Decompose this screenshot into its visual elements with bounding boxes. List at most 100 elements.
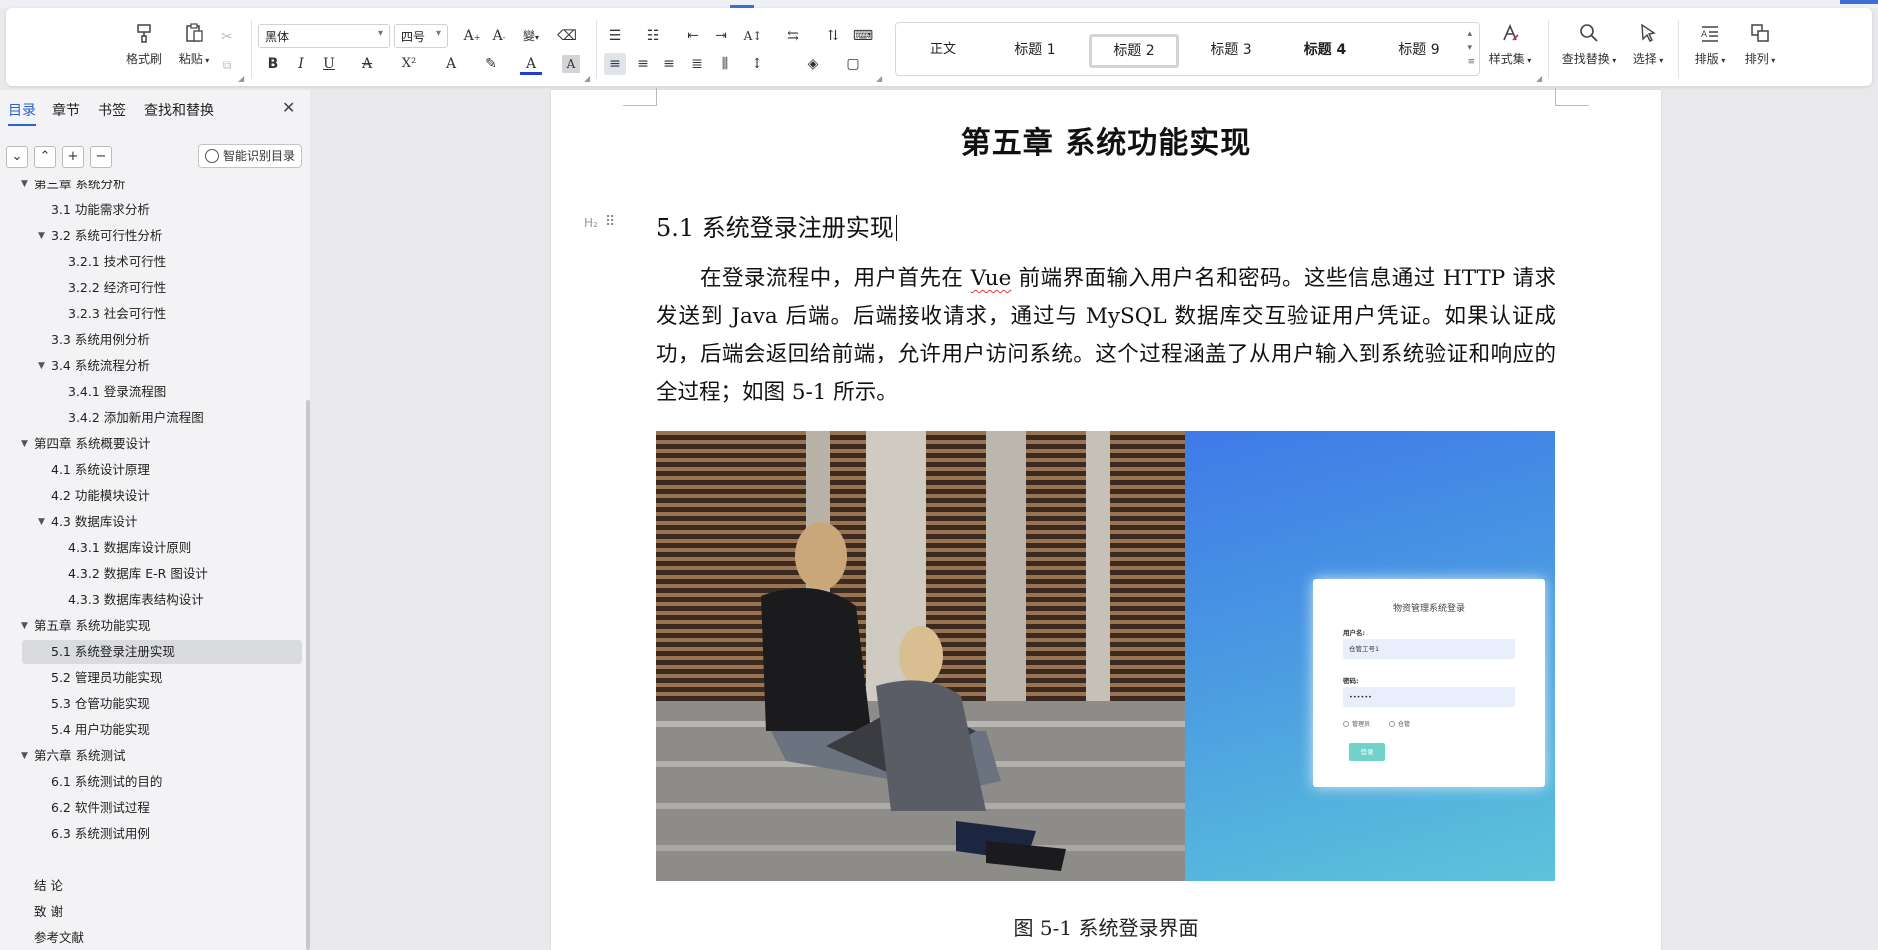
toc-item[interactable]: 4.3.1 数据库设计原则 bbox=[22, 536, 302, 560]
styles-scroll-icon[interactable]: ▴ ▾ ≡ bbox=[1467, 27, 1475, 69]
toc-item[interactable]: 4.1 系统设计原理 bbox=[22, 458, 302, 482]
align-center-icon[interactable]: ≡ bbox=[632, 53, 654, 75]
tab-find-replace[interactable]: 查找和替换 bbox=[144, 100, 214, 120]
arrange-button[interactable]: 排列 ▾ bbox=[1736, 22, 1784, 67]
underline-button[interactable]: U bbox=[318, 53, 340, 75]
style-heading-9[interactable]: 标题 9 bbox=[1380, 37, 1458, 63]
style-heading-4[interactable]: 标题 4 bbox=[1286, 37, 1364, 63]
align-left-icon[interactable]: ≡ bbox=[604, 53, 626, 75]
toc-item[interactable]: 6.3 系统测试用例 bbox=[22, 822, 302, 846]
expand-triangle-icon[interactable]: ▼ bbox=[21, 432, 28, 456]
expand-triangle-icon[interactable]: ▼ bbox=[21, 614, 28, 638]
line-break-icon[interactable]: ⇆ bbox=[782, 25, 804, 47]
chapter-title[interactable]: 第五章 系统功能实现 bbox=[551, 118, 1661, 162]
layout-button[interactable]: A 排版 ▾ bbox=[1686, 22, 1734, 67]
toc-item[interactable]: ▼ 第三章 系统分析 bbox=[21, 180, 302, 196]
body-paragraph[interactable]: 在登录流程中，用户首先在 Vue 前端界面输入用户名和密码。这些信息通过 HTT… bbox=[656, 260, 1556, 412]
grow-font-icon[interactable]: A+ bbox=[461, 25, 483, 47]
toc-item[interactable]: ▼ 第六章 系统测试 bbox=[21, 744, 302, 768]
line-spacing-icon[interactable]: ↕ bbox=[746, 53, 768, 75]
toc-item[interactable]: 参考文献 bbox=[22, 926, 302, 950]
justify-icon[interactable]: ≣ bbox=[686, 53, 708, 75]
expand-triangle-icon[interactable]: ▼ bbox=[38, 354, 45, 378]
figure-login-screenshot[interactable]: 物资管理系统登录 用户名: 仓管工号1 密码: •••••• 管理员 仓管 登录 bbox=[656, 431, 1555, 881]
phonetic-guide-icon[interactable]: 變▾ bbox=[520, 25, 542, 47]
styles-expand-icon[interactable]: ◢ bbox=[1536, 74, 1542, 83]
tab-bookmarks[interactable]: 书签 bbox=[98, 100, 126, 120]
toc-item[interactable]: 4.2 功能模块设计 bbox=[22, 484, 302, 508]
toc-item[interactable]: 6.2 软件测试过程 bbox=[22, 796, 302, 820]
copy-icon[interactable]: ⧉ bbox=[216, 54, 238, 76]
find-replace-button[interactable]: 查找替换 ▾ bbox=[1556, 22, 1622, 67]
font-color-button[interactable]: A bbox=[520, 53, 542, 75]
toc-item[interactable]: 3.2.1 技术可行性 bbox=[22, 250, 302, 274]
paragraph-expand-icon[interactable]: ◢ bbox=[876, 74, 882, 83]
toc-item[interactable]: 3.2.3 社会可行性 bbox=[22, 302, 302, 326]
show-marks-icon[interactable]: ⌨ bbox=[852, 25, 874, 47]
toc-item[interactable]: 5.4 用户功能实现 bbox=[22, 718, 302, 742]
font-size-select[interactable]: 四号 ▾ bbox=[394, 24, 448, 48]
expand-triangle-icon[interactable]: ▼ bbox=[21, 744, 28, 768]
numbered-list-icon[interactable]: ☷ bbox=[642, 25, 664, 47]
close-icon[interactable]: ✕ bbox=[282, 98, 295, 117]
expand-triangle-icon[interactable]: ▼ bbox=[38, 224, 45, 248]
clipboard-expand-icon[interactable]: ◢ bbox=[238, 74, 244, 83]
distribute-icon[interactable]: ⫼ bbox=[714, 53, 736, 75]
font-expand-icon[interactable]: ◢ bbox=[584, 74, 590, 83]
toc-item[interactable]: 3.1 功能需求分析 bbox=[22, 198, 302, 222]
italic-button[interactable]: I bbox=[290, 53, 312, 75]
smart-toc-button[interactable]: 智能识别目录 bbox=[198, 144, 302, 168]
bullet-list-icon[interactable]: ☰ bbox=[604, 25, 626, 47]
toc-item[interactable]: 结 论 bbox=[22, 874, 302, 898]
toc-item[interactable]: 5.2 管理员功能实现 bbox=[22, 666, 302, 690]
document-page[interactable]: 第五章 系统功能实现 H₂ ⠿ 5.1 系统登录注册实现 在登录流程中，用户首先… bbox=[551, 88, 1661, 950]
toc-item[interactable]: 4.3.2 数据库 E-R 图设计 bbox=[22, 562, 302, 586]
char-shading-button[interactable]: A bbox=[562, 55, 580, 73]
spellcheck-word[interactable]: Vue bbox=[971, 266, 1012, 291]
shrink-font-icon[interactable]: A- bbox=[488, 25, 510, 47]
strikethrough-button[interactable]: A bbox=[356, 53, 378, 75]
superscript-button[interactable]: X² bbox=[398, 53, 420, 75]
highlight-icon[interactable]: ✎ bbox=[480, 53, 502, 75]
paste-button[interactable]: 粘贴 ▾ bbox=[170, 22, 218, 67]
sort-icon[interactable]: ⇅ bbox=[822, 25, 844, 47]
shading-icon[interactable]: ◈ bbox=[802, 53, 824, 75]
expand-up-icon[interactable]: ⌃ bbox=[34, 146, 56, 168]
toc-item[interactable]: 4.3.3 数据库表结构设计 bbox=[22, 588, 302, 612]
style-heading-2[interactable]: 标题 2 bbox=[1089, 34, 1179, 68]
tab-sections[interactable]: 章节 bbox=[52, 100, 80, 120]
figure-caption[interactable]: 图 5-1 系统登录界面 bbox=[551, 912, 1661, 941]
toc-item[interactable]: ▼ 3.4 系统流程分析 bbox=[22, 354, 302, 378]
toc-item[interactable]: 3.4.2 添加新用户流程图 bbox=[22, 406, 302, 430]
toc-item[interactable]: 5.1 系统登录注册实现 bbox=[22, 640, 302, 664]
style-set-button[interactable]: 样式集 ▾ bbox=[1486, 22, 1534, 67]
align-right-icon[interactable]: ≡ bbox=[658, 53, 680, 75]
select-button[interactable]: 选择 ▾ bbox=[1624, 22, 1672, 67]
toc-item[interactable]: 6.1 系统测试的目的 bbox=[22, 770, 302, 794]
bold-button[interactable]: B bbox=[262, 53, 284, 75]
style-normal[interactable]: 正文 bbox=[908, 37, 978, 63]
style-heading-3[interactable]: 标题 3 bbox=[1192, 37, 1270, 63]
expand-triangle-icon[interactable]: ▼ bbox=[21, 180, 28, 196]
add-heading-icon[interactable]: + bbox=[62, 146, 84, 168]
toc-item[interactable]: 3.2.2 经济可行性 bbox=[22, 276, 302, 300]
clear-format-icon[interactable]: ⌫ bbox=[556, 25, 578, 47]
toc-item[interactable]: 5.3 仓管功能实现 bbox=[22, 692, 302, 716]
toc-item[interactable]: ▼ 4.3 数据库设计 bbox=[22, 510, 302, 534]
text-direction-icon[interactable]: A↕ bbox=[742, 25, 764, 47]
toc-item[interactable]: 致 谢 bbox=[22, 900, 302, 924]
style-heading-1[interactable]: 标题 1 bbox=[996, 37, 1074, 63]
collapse-all-icon[interactable]: ⌄ bbox=[6, 146, 28, 168]
toc-item[interactable]: 3.3 系统用例分析 bbox=[22, 328, 302, 352]
toc-item[interactable]: ▼ 第五章 系统功能实现 bbox=[21, 614, 302, 638]
remove-heading-icon[interactable]: − bbox=[90, 146, 112, 168]
nav-scrollbar[interactable] bbox=[306, 400, 310, 950]
toc-item[interactable]: ▼ 第四章 系统概要设计 bbox=[21, 432, 302, 456]
format-painter-button[interactable]: 格式刷 bbox=[120, 22, 168, 67]
tab-toc[interactable]: 目录 bbox=[8, 100, 36, 126]
font-name-select[interactable]: 黑体 ▾ bbox=[258, 24, 390, 48]
drag-handle-icon[interactable]: ⠿ bbox=[605, 214, 615, 230]
borders-icon[interactable]: ▢ bbox=[842, 53, 864, 75]
decrease-indent-icon[interactable]: ⇤ bbox=[682, 25, 704, 47]
toc-item[interactable]: ▼ 3.2 系统可行性分析 bbox=[22, 224, 302, 248]
